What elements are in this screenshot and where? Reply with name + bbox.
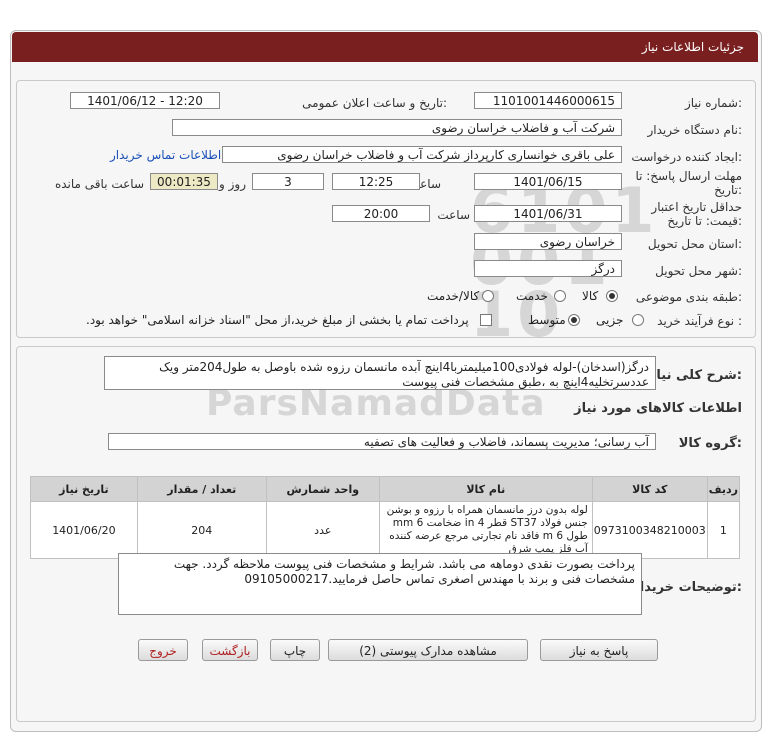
buyer-notes-label: توضیحات خریدار: (632, 580, 742, 595)
city-label: شهر محل تحویل: (655, 264, 742, 278)
announce-field: 1401/06/12 - 12:20 (70, 92, 220, 109)
category-goods-label: کالا (582, 289, 599, 303)
buyer-org-field: شرکت آب و فاضلاب خراسان رضوی (172, 119, 622, 136)
validity-date-field: 1401/06/31 (474, 205, 622, 222)
col-unit: واحد شمارش (265, 476, 380, 502)
creator-label: ایجاد کننده درخواست: (631, 150, 742, 164)
buyer-contact-link[interactable]: اطلاعات تماس خریدار (110, 148, 221, 162)
col-qty: تعداد / مقدار (136, 476, 267, 502)
goods-info-title: اطلاعات کالاهای مورد نیاز (574, 401, 742, 416)
days-label: روز و (219, 177, 246, 191)
process-medium-label: متوسط (528, 313, 566, 327)
category-service-radio[interactable] (554, 290, 566, 302)
items-table-header: ردیف کد کالا نام کالا واحد شمارش تعداد /… (30, 476, 741, 502)
col-code: کد کالا (591, 476, 708, 502)
category-service-label: خدمت (516, 289, 548, 303)
need-number-label: شماره نیاز: (684, 96, 742, 110)
cell-unit: عدد (265, 501, 380, 559)
days-field: 3 (252, 173, 324, 190)
cell-qty: 204 (136, 501, 267, 559)
validity-time-field: 20:00 (332, 205, 430, 222)
goods-group-field: آب رسانی؛ مدیریت پسماند، فاضلاب و فعالیت… (108, 433, 656, 450)
process-label: نوع فرآیند خرید : (657, 314, 742, 328)
process-medium-radio[interactable] (568, 314, 580, 326)
province-label: استان محل تحویل: (647, 237, 742, 251)
cell-code: 0973100348210003 (591, 501, 708, 559)
back-button[interactable]: بازگشت (202, 639, 258, 661)
category-both-label: کالا/خدمت (427, 289, 480, 303)
process-minor-label: جزیی (596, 313, 624, 327)
summary-box: درگز(اسدخان)-لوله فولادی100میلیمتربا4این… (104, 356, 656, 390)
cell-name: لوله بدون درز مانسمان همراه با رزوه و بو… (378, 501, 593, 559)
category-goods-radio[interactable] (606, 290, 618, 302)
page-header: جزئیات اطلاعات نیاز (12, 32, 758, 62)
announce-label: تاریخ و ساعت اعلان عمومی: (302, 96, 447, 110)
validity-time-label: ساعت (437, 208, 470, 222)
reply-time-field: 12:25 (332, 173, 420, 190)
col-date: تاریخ نیاز (30, 476, 138, 502)
cell-date: 1401/06/20 (30, 501, 138, 559)
treasury-note: پرداخت تمام یا بخشی از مبلغ خرید،از محل … (86, 313, 469, 327)
exit-button[interactable]: خروج (138, 639, 188, 661)
remaining-time-field: 00:01:35 (150, 173, 218, 190)
buyer-org-label: نام دستگاه خریدار: (647, 123, 743, 137)
table-row: 1 0973100348210003 لوله بدون درز مانسمان… (30, 501, 741, 559)
col-name: نام کالا (378, 476, 593, 502)
province-field: خراسان رضوی (474, 233, 622, 250)
category-label: طبقه بندی موضوعی: (635, 290, 742, 304)
goods-group-label: گروه کالا: (678, 436, 742, 451)
summary-label: شرح کلی نیاز: (648, 368, 742, 383)
col-row: ردیف (706, 476, 741, 502)
items-table: ردیف کد کالا نام کالا واحد شمارش تعداد /… (30, 476, 741, 559)
page-title: جزئیات اطلاعات نیاز (641, 40, 744, 54)
validity-label: حداقل تاریخ اعتبار قیمت: تا تاریخ: (651, 200, 742, 228)
need-number-field: 1101001446000615 (474, 92, 622, 109)
remaining-label: ساعت باقی مانده (54, 177, 144, 191)
process-minor-radio[interactable] (632, 314, 644, 326)
print-button[interactable]: چاپ (270, 639, 320, 661)
reply-button[interactable]: پاسخ به نیاز (540, 639, 658, 661)
attachments-button[interactable]: مشاهده مدارک پیوستی (2) (328, 639, 528, 661)
creator-field: علی باقری خوانساری کارپرداز شرکت آب و فا… (222, 146, 622, 163)
cell-row: 1 (706, 501, 741, 559)
category-both-radio[interactable] (482, 290, 494, 302)
treasury-checkbox[interactable] (480, 314, 492, 326)
reply-deadline-label: مهلت ارسال پاسخ: تا تاریخ: (635, 169, 742, 197)
reply-date-field: 1401/06/15 (474, 173, 622, 190)
buyer-notes-box: پرداخت بصورت نقدی دوماهه می باشد. شرایط … (118, 553, 642, 615)
city-field: درگز (474, 260, 622, 277)
